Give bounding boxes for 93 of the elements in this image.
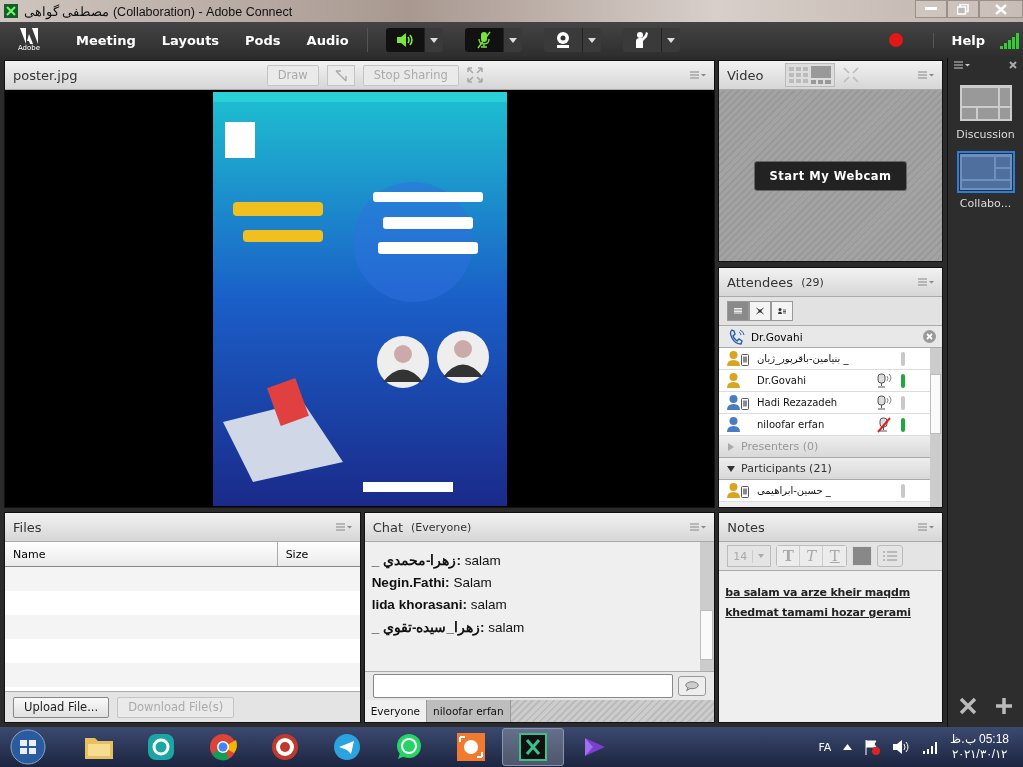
app-icon xyxy=(145,732,177,762)
language-indicator[interactable]: FA xyxy=(818,740,832,754)
volume-icon[interactable] xyxy=(892,739,911,755)
chat-tab[interactable]: Everyone xyxy=(364,700,427,722)
layout-label: Discussion xyxy=(956,128,1015,141)
attendee-row[interactable]: _ بنیامین-باقرپور_ژیان xyxy=(719,348,930,370)
scrollbar[interactable] xyxy=(930,348,942,507)
clock-time: 05:18 ب.ظ xyxy=(950,732,1009,747)
attendee-count: (29) xyxy=(801,275,824,289)
clock-date: ۲۰۲۱/۳۰/۱۲ xyxy=(952,747,1007,762)
attendee-name: _ بنیامین-باقرپور_ژیان xyxy=(757,353,850,364)
close-icon[interactable] xyxy=(1009,61,1017,69)
attendee-name: niloofar erfan xyxy=(757,419,826,430)
section-label: Participants (21) xyxy=(741,462,832,475)
record-indicator[interactable] xyxy=(888,33,903,47)
caret-down-icon[interactable] xyxy=(727,464,735,473)
flag-icon[interactable] xyxy=(864,739,881,755)
pod-title: Attendees xyxy=(727,274,794,290)
phone-user-name: Dr.Govahi xyxy=(751,330,803,343)
column-header[interactable]: Size xyxy=(277,542,360,566)
layout-item[interactable]: Collabo... xyxy=(956,151,1015,210)
attendee-name: _ حسین-ابراهیمی xyxy=(757,485,832,496)
app-icon xyxy=(269,732,301,762)
chat-tab[interactable]: niloofar erfan xyxy=(427,700,511,722)
menu-icon[interactable] xyxy=(954,61,970,69)
attendee-name: Hadi Rezazadeh xyxy=(757,397,839,408)
layout-toggle-icon[interactable] xyxy=(785,63,836,87)
upload-button[interactable]: Upload File... xyxy=(13,696,110,718)
restore-icon xyxy=(957,3,969,15)
add-icon[interactable] xyxy=(994,697,1013,715)
attendee-row[interactable]: _ حسین-ابراهیمی xyxy=(719,480,930,502)
attendee-row[interactable]: Dr.Govahi xyxy=(719,370,930,392)
pod-title: Files xyxy=(13,519,42,535)
attendee-row[interactable]: Hadi Rezazadeh xyxy=(719,392,930,414)
notes-text: ba salam va arze kheir maqdm khedmat tamami hozar gerami xyxy=(724,585,912,621)
column-header[interactable]: Name xyxy=(5,542,278,566)
speaker-icon xyxy=(395,32,414,48)
caret-icon[interactable] xyxy=(508,37,517,43)
help-menu[interactable]: Help xyxy=(932,32,985,48)
bullet-list-icon xyxy=(882,550,899,562)
color-picker[interactable] xyxy=(852,546,873,566)
attendee-section-header[interactable]: Participants (21) xyxy=(719,458,930,480)
start-webcam-button[interactable]: Start My Webcam xyxy=(754,160,907,191)
caret-icon[interactable] xyxy=(587,37,596,43)
window-title: مصطفی گواهی (Collaboration) - Adobe Connect xyxy=(24,3,293,19)
attendee-name: Dr.Govahi xyxy=(757,375,808,386)
app-icon xyxy=(331,732,363,762)
connection-signal-icon xyxy=(999,31,1019,49)
presenter-view-button[interactable] xyxy=(771,301,793,321)
section-label: Presenters (0) xyxy=(741,440,819,453)
pod-title: Video xyxy=(727,67,764,83)
speech-bubble-icon xyxy=(685,680,700,692)
phone-icon xyxy=(729,328,745,345)
speaker-control[interactable] xyxy=(385,28,443,52)
attendee-row[interactable]: niloofar erfan xyxy=(719,414,930,436)
close-button[interactable] xyxy=(979,0,1023,18)
layout-label: Collabo... xyxy=(959,197,1012,210)
webcam-control[interactable] xyxy=(543,28,601,52)
microphone-icon xyxy=(475,31,492,49)
hand-control[interactable] xyxy=(622,28,680,52)
chat-scope: (Everyone) xyxy=(411,520,472,534)
menu-item[interactable]: Audio xyxy=(306,32,349,48)
start-button[interactable] xyxy=(8,728,48,766)
menu-item[interactable]: Meeting xyxy=(76,32,136,48)
layout-item[interactable]: Discussion xyxy=(956,82,1015,141)
network-icon[interactable] xyxy=(922,740,939,754)
minimize-icon xyxy=(925,7,937,11)
caret-icon[interactable] xyxy=(429,37,438,43)
pod-title: Chat xyxy=(372,519,403,535)
chat-message: Negin.Fathi: Salam xyxy=(371,575,493,590)
taskbar-app[interactable] xyxy=(502,728,564,766)
app-icon xyxy=(517,732,549,762)
restore-button[interactable] xyxy=(947,0,979,18)
close-icon xyxy=(995,3,1007,15)
pod-title: Notes xyxy=(727,519,765,535)
mic-control[interactable] xyxy=(464,28,522,52)
caret-icon[interactable] xyxy=(666,37,675,43)
app-icon xyxy=(207,732,239,762)
app-icon xyxy=(4,4,18,18)
menu-item[interactable]: Layouts xyxy=(161,32,220,48)
clock[interactable]: 05:18 ب.ظ ۲۰۲۱/۳۰/۱۲ xyxy=(950,732,1009,762)
chat-input[interactable] xyxy=(372,674,674,698)
scrollbar[interactable] xyxy=(700,542,715,671)
menu-item[interactable]: Pods xyxy=(245,32,281,48)
send-button[interactable] xyxy=(678,676,707,696)
close-icon[interactable] xyxy=(923,330,936,343)
pod-title: poster.jpg xyxy=(13,67,78,83)
app-icon xyxy=(455,732,487,762)
caret-up-icon[interactable] xyxy=(843,744,853,750)
list-view-button[interactable] xyxy=(727,301,749,321)
grid-view-button[interactable] xyxy=(749,301,771,321)
chat-message: lida khorasani: salam xyxy=(371,597,508,612)
minimize-button[interactable] xyxy=(915,0,947,18)
